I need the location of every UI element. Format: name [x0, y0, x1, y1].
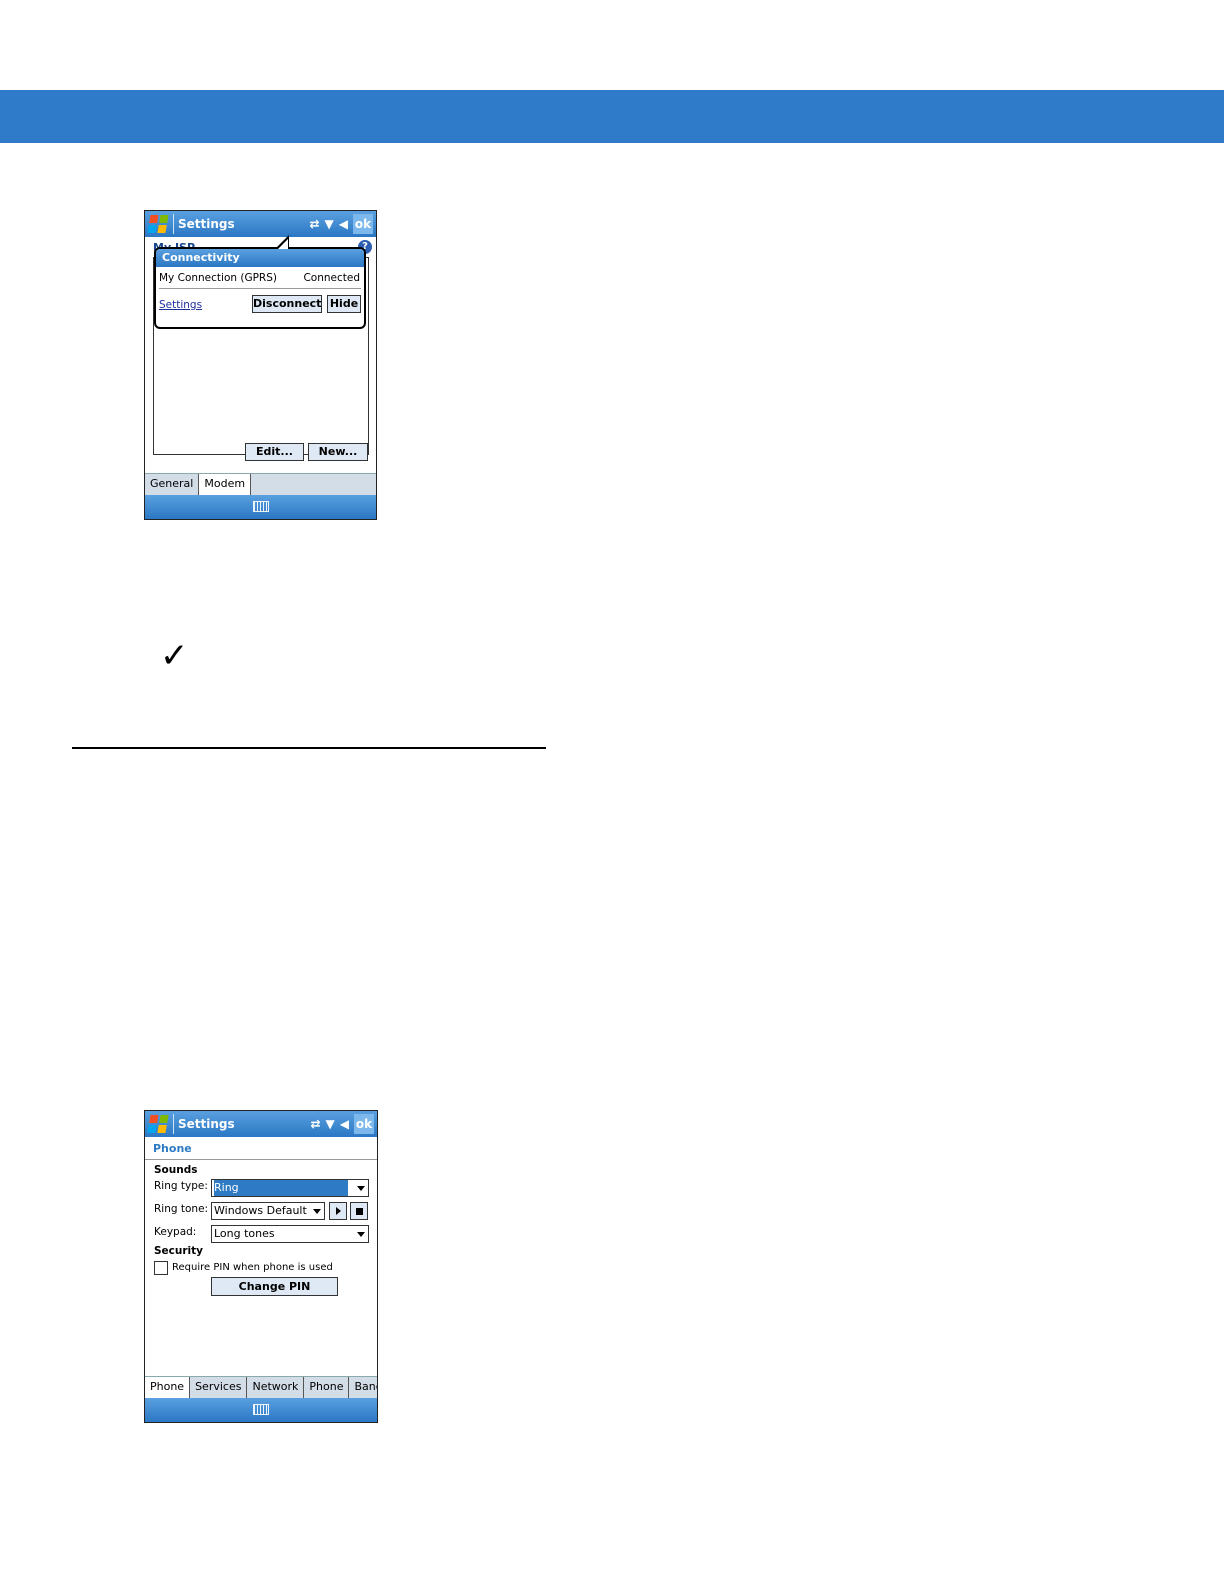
tab-general[interactable]: General [145, 474, 200, 495]
security-heading: Security [154, 1245, 204, 1257]
ring-tone-select[interactable]: Windows Default [211, 1202, 325, 1220]
popup-divider [159, 288, 361, 289]
signal-strength-icon[interactable]: ▼ [326, 1117, 335, 1131]
menu-bar [145, 495, 376, 519]
data-connection-icon[interactable]: ⇄ [310, 1117, 320, 1131]
tab-band[interactable]: Band [349, 1377, 377, 1398]
title-separator [173, 1114, 174, 1134]
ring-tone-value: Windows Default [214, 1204, 307, 1217]
play-icon [336, 1207, 341, 1215]
tab-bar: General Modem [145, 473, 376, 495]
window-title: Settings [178, 217, 235, 231]
stop-button[interactable] [350, 1202, 368, 1220]
page-heading: Phone [153, 1142, 192, 1155]
disconnect-button[interactable]: Disconnect [252, 295, 322, 313]
ring-type-label: Ring type: [154, 1180, 208, 1192]
title-bar: Settings ⇄ ▼ ◀ ok [145, 1111, 377, 1137]
connectivity-screenshot: Settings ⇄ ▼ ◀ ok My ISP ? Connectivity … [144, 210, 377, 520]
connection-name: My Connection (GPRS) [159, 272, 277, 284]
tab-phone[interactable]: Phone [145, 1377, 191, 1398]
section-divider [72, 747, 546, 749]
connection-status: Connected [303, 272, 360, 284]
chevron-down-icon [313, 1209, 321, 1214]
title-bar: Settings ⇄ ▼ ◀ ok [145, 211, 376, 237]
ring-type-select[interactable]: Ring [211, 1179, 369, 1197]
settings-link[interactable]: Settings [159, 299, 202, 311]
require-pin-label: Require PIN when phone is used [172, 1262, 333, 1273]
keypad-label: Keypad: [154, 1226, 197, 1238]
tab-phone-info[interactable]: Phone Info [304, 1377, 350, 1413]
window-title: Settings [178, 1117, 235, 1131]
play-button[interactable] [329, 1202, 347, 1220]
tab-services[interactable]: Services [190, 1377, 248, 1398]
heading-divider [145, 1159, 377, 1160]
menu-bar [145, 1398, 377, 1422]
tab-network[interactable]: Network [247, 1377, 305, 1398]
keyboard-icon[interactable] [253, 1404, 269, 1415]
require-pin-checkbox[interactable] [154, 1261, 168, 1275]
edit-button[interactable]: Edit... [245, 443, 304, 461]
sounds-heading: Sounds [154, 1164, 198, 1176]
tab-bar: Phone Services Network Phone Info Band [145, 1376, 377, 1413]
tab-modem[interactable]: Modem [199, 474, 252, 495]
stop-icon [356, 1208, 363, 1215]
chevron-down-icon [357, 1232, 365, 1237]
phone-settings-screenshot: Settings ⇄ ▼ ◀ ok Phone Sounds Ring type… [144, 1110, 378, 1423]
windows-start-icon[interactable] [146, 1114, 170, 1134]
ring-tone-label: Ring tone: [154, 1203, 209, 1215]
keypad-value: Long tones [214, 1227, 275, 1240]
speaker-icon[interactable]: ◀ [339, 217, 348, 231]
speaker-icon[interactable]: ◀ [340, 1117, 349, 1131]
chevron-down-icon [357, 1186, 365, 1191]
new-button[interactable]: New... [308, 443, 368, 461]
ok-button[interactable]: ok [354, 1114, 374, 1134]
data-connection-icon[interactable]: ⇄ [309, 217, 319, 231]
keyboard-icon[interactable] [252, 501, 269, 512]
signal-strength-icon[interactable]: ▼ [325, 217, 334, 231]
ring-type-value: Ring [214, 1180, 348, 1196]
connectivity-popup: Connectivity My Connection (GPRS) Connec… [154, 247, 366, 329]
connection-row: My Connection (GPRS) Connected [156, 267, 364, 284]
page-header-banner [0, 90, 1224, 143]
keypad-select[interactable]: Long tones [211, 1225, 369, 1243]
title-separator [173, 214, 174, 234]
windows-start-icon[interactable] [146, 214, 170, 234]
popup-title: Connectivity [156, 249, 364, 267]
popup-tail-fill [278, 239, 288, 249]
hide-button[interactable]: Hide [327, 295, 361, 313]
change-pin-button[interactable]: Change PIN [211, 1277, 338, 1296]
ok-button[interactable]: ok [353, 214, 373, 234]
checkmark-note-icon: ✓ [160, 636, 189, 676]
